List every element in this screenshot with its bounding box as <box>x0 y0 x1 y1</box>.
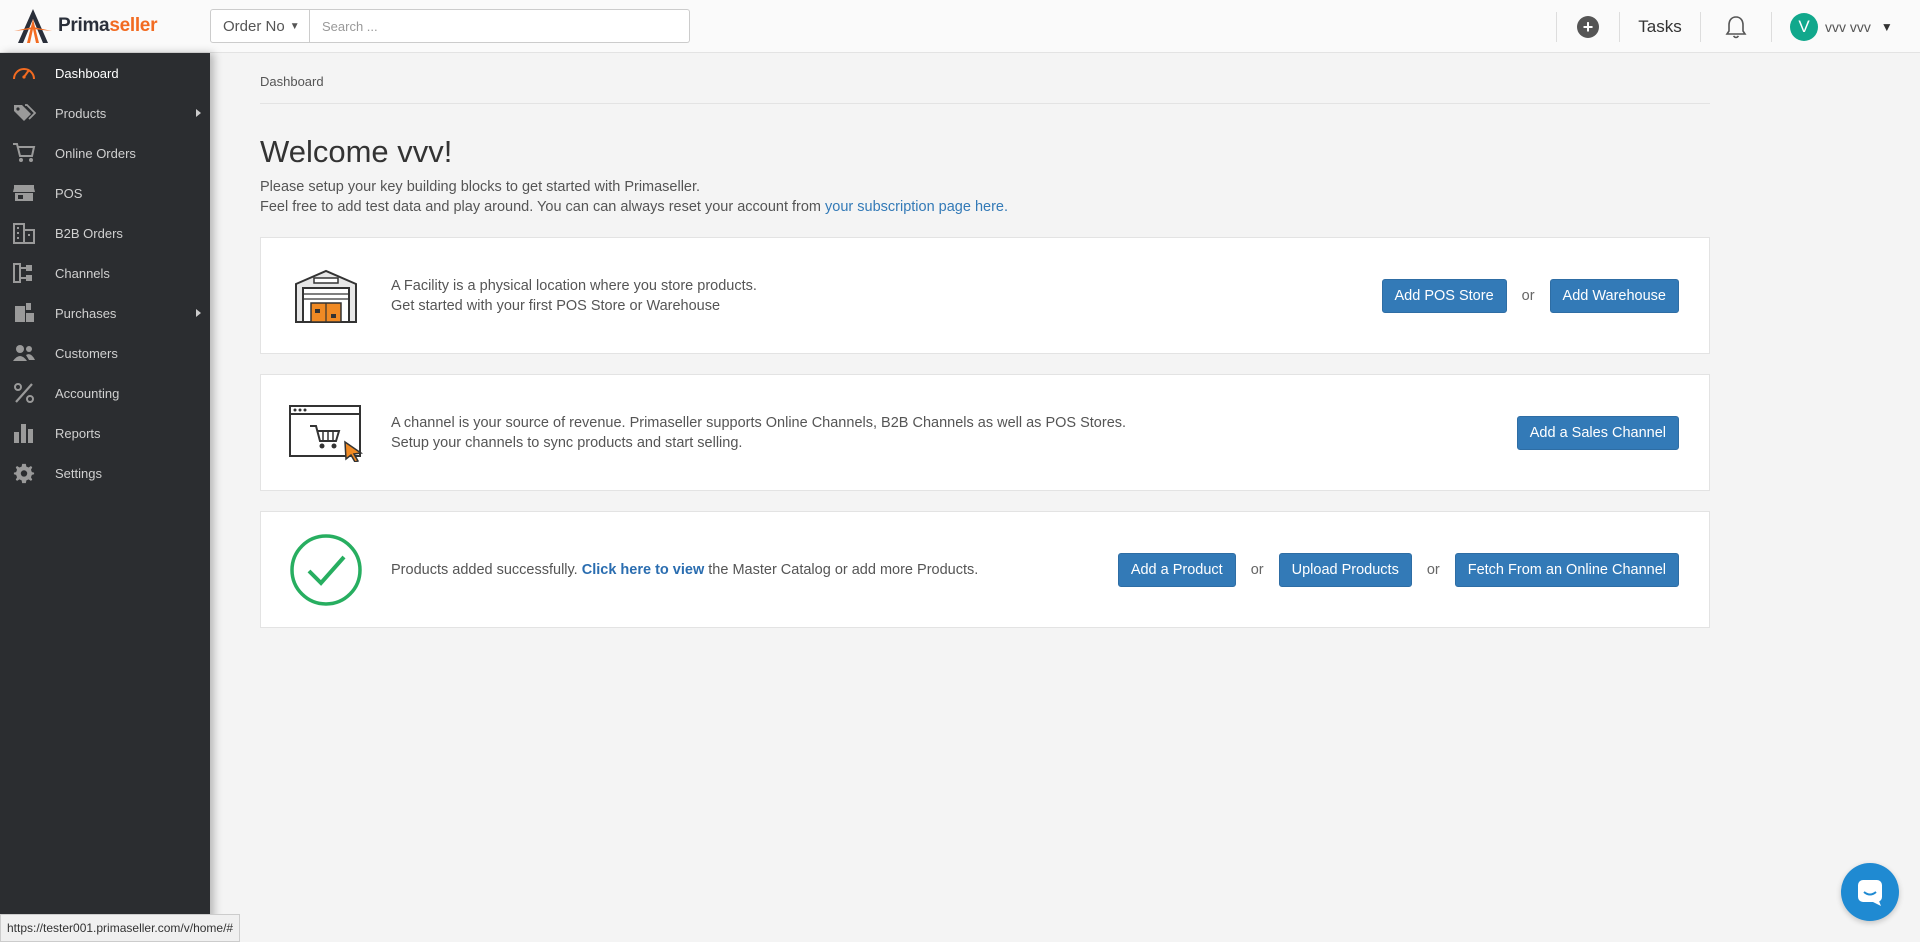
channel-line-2: Setup your channels to sync products and… <box>391 434 743 451</box>
cart-icon <box>12 142 36 164</box>
view-master-catalog-link[interactable]: Click here to view <box>582 562 705 578</box>
speedometer-icon <box>12 62 36 84</box>
products-actions: Add a Product or Upload Products or Fetc… <box>1117 512 1679 627</box>
facility-actions: Add POS Store or Add Warehouse <box>1381 238 1679 353</box>
breadcrumb: Dashboard <box>260 74 1710 104</box>
intro-text: Please setup your key building blocks to… <box>260 178 1710 217</box>
add-product-button[interactable]: Add a Product <box>1117 552 1236 587</box>
search-input[interactable] <box>310 9 690 43</box>
sidebar-item-label: Online Orders <box>55 145 136 161</box>
channel-actions: Add a Sales Channel <box>1516 375 1679 490</box>
plus-circle-icon: + <box>1577 15 1599 38</box>
sidebar-item-dashboard[interactable]: Dashboard <box>0 53 210 93</box>
sidebar-item-label: Reports <box>55 425 101 441</box>
chevron-right-icon <box>196 309 201 317</box>
add-sales-channel-button[interactable]: Add a Sales Channel <box>1516 415 1679 450</box>
facility-line-1: A Facility is a physical location where … <box>391 277 757 294</box>
products-description: Products added successfully. Click here … <box>391 561 979 578</box>
check-circle-icon <box>261 533 391 607</box>
sidebar-item-label: POS <box>55 185 83 201</box>
page-title: Welcome vvv! <box>260 134 453 169</box>
add-warehouse-button[interactable]: Add Warehouse <box>1549 278 1679 313</box>
sidebar-item-purchases[interactable]: Purchases <box>0 293 210 333</box>
sidebar-item-label: Products <box>55 105 107 121</box>
channel-description: A channel is your source of revenue. Pri… <box>391 413 1126 453</box>
products-card: Products added successfully. Click here … <box>260 511 1710 628</box>
quick-add-button[interactable]: + <box>1557 15 1619 38</box>
caret-down-icon: ▼ <box>289 20 300 32</box>
sidebar-item-label: Channels <box>55 265 110 281</box>
avatar: V <box>1790 12 1818 41</box>
sidebar-item-products[interactable]: Products <box>0 93 210 133</box>
facility-line-2: Get started with your first POS Store or… <box>391 297 721 314</box>
facility-card: A Facility is a physical location where … <box>260 237 1710 354</box>
channel-card: A channel is your source of revenue. Pri… <box>260 374 1710 491</box>
channel-line-1: A channel is your source of revenue. Pri… <box>391 414 1127 431</box>
logo-text: Primaseller <box>58 15 158 36</box>
tasks-link[interactable]: Tasks <box>1620 17 1700 37</box>
sidebar-item-label: Accounting <box>55 385 120 401</box>
or-separator: or <box>1521 287 1535 304</box>
user-menu[interactable]: V vvv vvv ▼ <box>1772 12 1920 41</box>
sidebar-item-pos[interactable]: POS <box>0 173 210 213</box>
bell-icon <box>1725 15 1747 38</box>
add-pos-store-button[interactable]: Add POS Store <box>1381 278 1507 313</box>
facility-description: A Facility is a physical location where … <box>391 276 757 316</box>
notifications-button[interactable] <box>1701 15 1771 39</box>
online-store-icon <box>261 404 391 462</box>
store-icon <box>12 182 36 204</box>
caret-down-icon: ▼ <box>1880 19 1893 34</box>
bar-chart-icon <box>12 422 36 444</box>
chat-icon <box>1858 880 1882 906</box>
sidebar-item-customers[interactable]: Customers <box>0 333 210 373</box>
chevron-right-icon <box>196 109 201 117</box>
search-group: Order No ▼ <box>210 9 690 43</box>
logo-icon <box>14 9 52 43</box>
sidebar-item-label: Customers <box>55 345 118 361</box>
search-scope-dropdown[interactable]: Order No ▼ <box>210 9 310 43</box>
tags-icon <box>12 102 36 124</box>
sidebar-item-reports[interactable]: Reports <box>0 413 210 453</box>
intro-line-1: Please setup your key building blocks to… <box>260 179 701 195</box>
sidebar: Dashboard Products Online Orders POS B2B… <box>0 53 210 942</box>
upload-products-button[interactable]: Upload Products <box>1278 552 1412 587</box>
purchases-icon <box>12 302 36 324</box>
or-separator: or <box>1250 561 1264 578</box>
percent-icon <box>12 382 36 404</box>
sidebar-item-settings[interactable]: Settings <box>0 453 210 493</box>
sidebar-item-online-orders[interactable]: Online Orders <box>0 133 210 173</box>
or-separator: or <box>1426 561 1440 578</box>
intro-line-2: Feel free to add test data and play arou… <box>260 198 1009 215</box>
topbar-right: + Tasks V vvv vvv ▼ <box>1556 0 1920 53</box>
chat-launcher-button[interactable] <box>1841 863 1899 921</box>
users-icon <box>12 342 36 364</box>
warehouse-icon <box>261 268 391 324</box>
sidebar-item-label: Dashboard <box>55 65 119 81</box>
status-bar-url: https://tester001.primaseller.com/v/home… <box>0 914 241 942</box>
primaseller-logo[interactable]: Primaseller <box>12 6 157 46</box>
sidebar-item-accounting[interactable]: Accounting <box>0 373 210 413</box>
sidebar-item-b2b-orders[interactable]: B2B Orders <box>0 213 210 253</box>
building-icon <box>12 222 36 244</box>
channels-icon <box>12 262 36 284</box>
sidebar-item-label: B2B Orders <box>55 225 123 241</box>
sidebar-item-label: Settings <box>55 465 102 481</box>
top-bar: Primaseller Order No▼ + Tasks V vvv vvv … <box>0 0 1920 53</box>
sidebar-item-label: Purchases <box>55 305 117 321</box>
fetch-from-online-channel-button[interactable]: Fetch From an Online Channel <box>1454 552 1679 587</box>
main-content: Dashboard Welcome vvv! Please setup your… <box>260 53 1710 648</box>
gear-icon <box>12 462 36 484</box>
subscription-page-link[interactable]: your subscription page here. <box>825 199 1008 215</box>
sidebar-item-channels[interactable]: Channels <box>0 253 210 293</box>
user-name: vvv vvv <box>1825 18 1871 35</box>
